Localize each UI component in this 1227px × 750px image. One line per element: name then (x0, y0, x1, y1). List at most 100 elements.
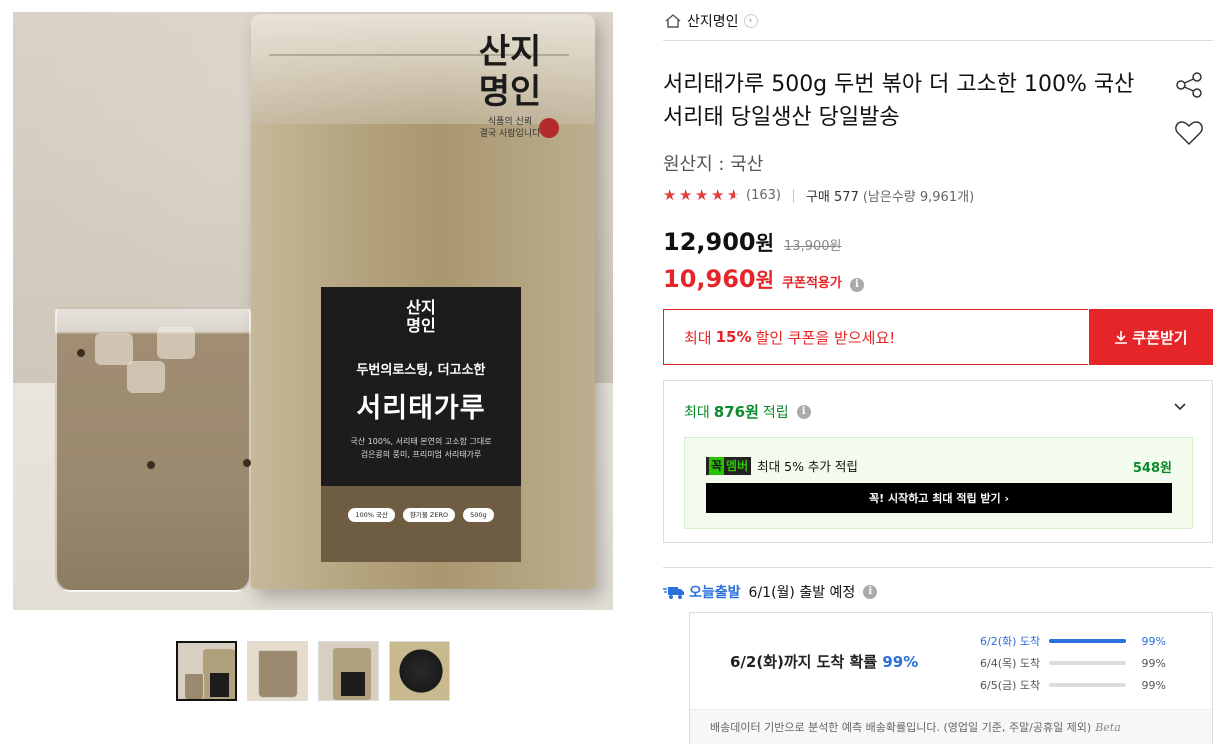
bean-dot (243, 459, 251, 467)
membership-start-button[interactable]: 꼭! 시작하고 최대 적립 받기 › (706, 483, 1172, 513)
thumb-glass (184, 673, 204, 699)
origin-info: 원산지 : 국산 (663, 154, 764, 175)
download-icon (1115, 331, 1128, 344)
thumbnail-4[interactable] (389, 641, 450, 701)
membership-badge: 꼭 멤버 (706, 456, 752, 475)
divider (663, 40, 1213, 41)
star-icon: ★ (679, 186, 693, 204)
coupon-suffix: 할인 쿠폰을 받으세요! (755, 328, 896, 347)
membership-amount: 548원 (1132, 461, 1172, 476)
thumb-label (210, 673, 229, 697)
points-panel: 최대 876원 적립 i 꼭 멤버 최대 5% 추가 적립 548원 꼭! 시작… (663, 380, 1213, 543)
eta-list: 6/2(화) 도착 99% 6/4(목) 도착 99% 6/5(금) 도착 99… (980, 630, 1180, 696)
star-icon: ★ (695, 186, 709, 204)
ice-cube (95, 333, 133, 365)
star-rating[interactable]: ★ ★ ★ ★ ★ (663, 188, 742, 203)
label-description: 국산 100%, 서리태 본연의 고소함 그대로 검은콩의 풍미, 프리미엄 서… (350, 437, 492, 459)
eta-item: 6/2(화) 도착 99% (980, 630, 1180, 652)
bag-label: 산지 명인 두번의로스팅, 더고소한 서리태가루 국산 100%, 서리태 본연… (321, 287, 521, 562)
coupon-button-label: 쿠폰받기 (1132, 328, 1188, 347)
eta-footnote: 배송데이터 기반으로 분석한 예측 배송확률입니다. (영업일 기준, 주말/공… (690, 709, 1212, 744)
beta-label: Beta (1095, 720, 1121, 734)
drink-glass (55, 307, 251, 592)
eta-pct: 99% (1141, 656, 1166, 670)
coupon-percent: 15% (715, 328, 752, 346)
home-icon (665, 14, 681, 28)
price-unit: 원 (755, 231, 775, 255)
delivery-eta-box: 6/2(화)까지 도착 확률 99% 6/2(화) 도착 99% 6/4(목) … (689, 612, 1213, 744)
eta-date: 6/5(금) 도착 (980, 679, 1041, 692)
info-icon[interactable]: i (849, 278, 864, 292)
thumbnail-2[interactable] (247, 641, 308, 701)
brand-link[interactable]: 산지명인 › (664, 11, 758, 31)
review-count[interactable]: (163) (746, 188, 781, 203)
coupon-price-unit: 원 (755, 268, 775, 292)
heart-icon[interactable] (1173, 117, 1205, 149)
star-icon: ★ (663, 186, 677, 204)
membership-line: 꼭 멤버 최대 5% 추가 적립 (706, 456, 858, 475)
coupon-download-button[interactable]: 쿠폰받기 (1089, 309, 1213, 365)
chevron-right-icon: › (743, 14, 758, 28)
eta-bar (1049, 683, 1127, 687)
truck-icon (663, 587, 684, 599)
thumbnail-3[interactable] (318, 641, 379, 701)
thumbnail-list (176, 641, 450, 701)
purchase-count: 구매 577 (805, 190, 859, 205)
coupon-banner[interactable]: 최대 15% 할인 쿠폰을 받으세요! (663, 309, 1088, 365)
coupon-prefix: 최대 (684, 328, 712, 347)
info-icon[interactable]: i (796, 404, 811, 419)
today-shipping-tag: 오늘출발 (663, 582, 741, 602)
bag-brand-logo: 산지 명인 식품의 신뢰 결국 사람입니다 (455, 32, 565, 142)
info-icon[interactable]: i (863, 585, 878, 599)
separator (792, 188, 794, 203)
label-title: 서리태가루 (356, 393, 486, 424)
eta-bar (1049, 661, 1127, 665)
star-icon: ★ (711, 186, 725, 204)
eta-pct: 99% (1141, 678, 1166, 692)
label-badge: 500g (463, 508, 494, 522)
eta-pct: 99% (1141, 634, 1166, 648)
thumb-glass (258, 650, 298, 698)
label-logo: 산지 명인 (406, 298, 436, 335)
shipping-row: 오늘출발 6/1(월) 출발 예정 i (663, 582, 878, 602)
thumbnail-1[interactable] (176, 641, 237, 701)
label-badge: 100% 국산 (348, 508, 395, 522)
label-badge: 향기불 ZERO (402, 508, 456, 522)
ice-cube (157, 327, 195, 359)
eta-date: 6/2(화) 도착 (980, 635, 1041, 648)
share-icon[interactable] (1173, 69, 1205, 101)
eta-bar (1049, 639, 1127, 643)
eta-date: 6/4(목) 도착 (980, 657, 1041, 670)
divider (663, 567, 1213, 568)
product-title: 서리태가루 500g 두번 볶아 더 고소한 100% 국산 서리태 당일생산 … (663, 72, 1135, 130)
eta-headline: 6/2(화)까지 도착 확률 99% (730, 651, 918, 672)
main-product-image: 산지 명인 식품의 신뢰 결국 사람입니다 산지 명인 두번의로스팅, 더고소한… (13, 12, 613, 610)
membership-box: 꼭 멤버 최대 5% 추가 적립 548원 꼭! 시작하고 최대 적립 받기 › (684, 437, 1193, 529)
product-bag: 산지 명인 식품의 신뢰 결국 사람입니다 산지 명인 두번의로스팅, 더고소한… (251, 14, 595, 589)
ice-cube (127, 361, 165, 393)
shipping-date: 6/1(월) 출발 예정 (748, 585, 856, 601)
chevron-down-icon[interactable] (1172, 399, 1188, 415)
points-suffix: 적립 (762, 404, 789, 421)
bag-logo-text: 산지 명인 (478, 32, 542, 112)
seal-icon (539, 118, 559, 138)
coupon-price-value: 10,960 (663, 265, 756, 293)
points-amount: 876원 (713, 403, 759, 421)
membership-badge-1: 꼭 (709, 456, 725, 475)
points-prefix: 최대 (684, 404, 710, 421)
membership-text: 최대 5% 추가 적립 (757, 459, 858, 474)
eta-headline-text: 6/2(화)까지 도착 확률 (730, 653, 878, 671)
sale-price: 12,900원 (663, 227, 774, 256)
points-header: 최대 876원 적립 i (684, 401, 811, 422)
half-star-icon: ★ (727, 186, 741, 204)
rating-row: ★ ★ ★ ★ ★ (163) 구매 577 (남은수량 9,961개) (663, 186, 975, 206)
membership-badge-2: 멤버 (726, 458, 749, 473)
today-shipping-label: 오늘출발 (689, 585, 741, 601)
stock-count: (남은수량 9,961개) (862, 190, 975, 205)
coupon-price: 10,960원 (663, 264, 774, 293)
thumb-beans (396, 646, 446, 696)
eta-bar-fill (1049, 639, 1127, 643)
bean-dot (147, 461, 155, 469)
original-price: 13,900원 (784, 239, 842, 254)
eta-item: 6/4(목) 도착 99% (980, 652, 1180, 674)
